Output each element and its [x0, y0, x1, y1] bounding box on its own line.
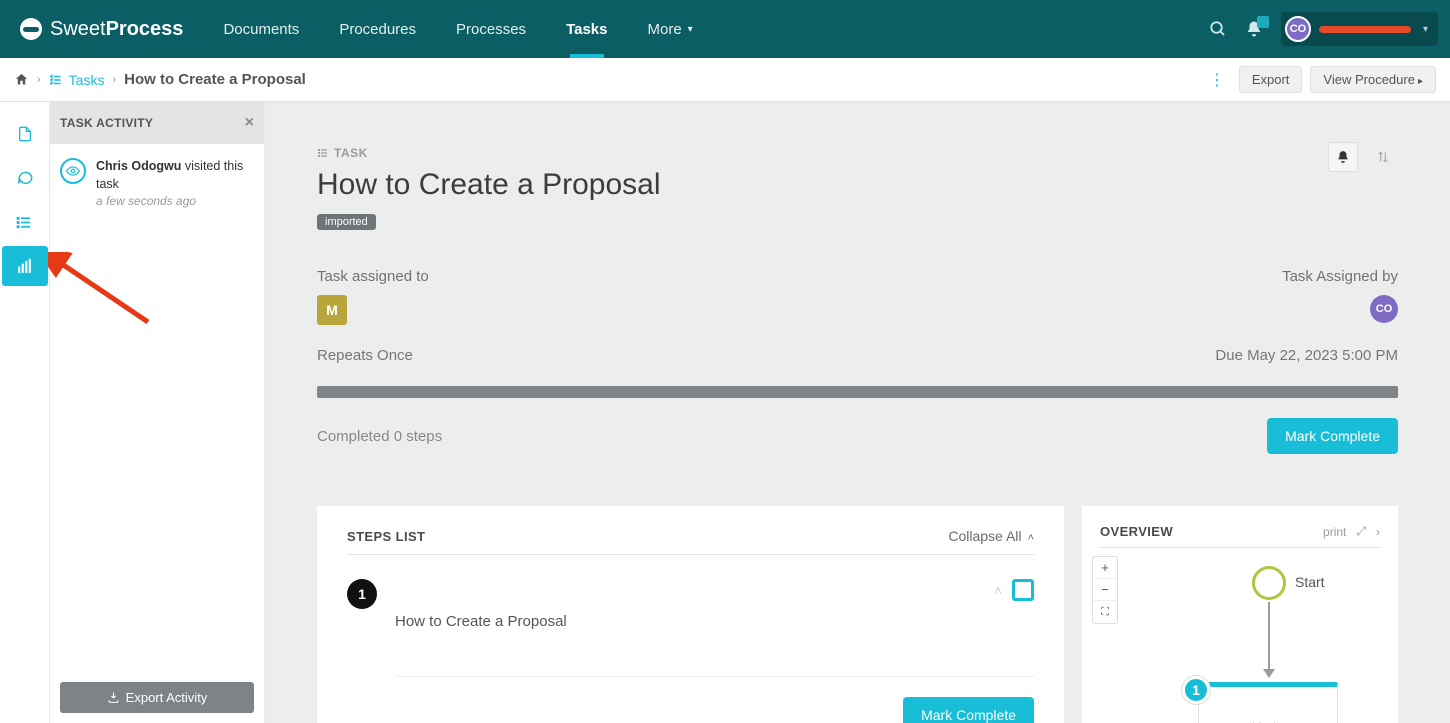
- main: TASK ACTIVITY × Chris Odogwu visited thi…: [0, 102, 1450, 723]
- bell-icon[interactable]: [1245, 20, 1263, 38]
- list-icon: [317, 147, 329, 159]
- arrow-head-icon: [1263, 669, 1275, 678]
- nav-tasks[interactable]: Tasks: [546, 0, 627, 58]
- assignee-badge[interactable]: M: [317, 295, 347, 325]
- nav-right: CO ▾: [1209, 12, 1450, 46]
- nav-procedures[interactable]: Procedures: [319, 0, 436, 58]
- meta-row: Repeats Once Due May 22, 2023 5:00 PM: [317, 347, 1398, 364]
- start-node[interactable]: [1252, 566, 1286, 600]
- nav-items: Documents Procedures Processes Tasks Mor…: [203, 0, 712, 58]
- title-actions: [1328, 142, 1398, 172]
- sort-button[interactable]: [1368, 142, 1398, 172]
- logo-text-process: Process: [106, 18, 184, 41]
- assigned-by: Task Assigned by CO: [1282, 268, 1398, 325]
- logo-text-sweet: Sweet: [50, 18, 106, 41]
- steps-panel: STEPS LIST Collapse All ˄ 1 ˄ How to Cre…: [317, 506, 1064, 723]
- view-procedure-button[interactable]: View Procedure▸: [1310, 66, 1436, 93]
- nav-processes[interactable]: Processes: [436, 0, 546, 58]
- rail-activity-icon[interactable]: [2, 246, 48, 286]
- crumb-actions: ⋮ Export View Procedure▸: [1203, 66, 1436, 93]
- nav-documents[interactable]: Documents: [203, 0, 319, 58]
- rail-list-icon[interactable]: [2, 202, 48, 242]
- repeats-label: Repeats Once: [317, 347, 413, 364]
- steps-head: STEPS LIST Collapse All ˄: [347, 528, 1034, 555]
- bell-icon: [1336, 150, 1350, 164]
- collapse-all[interactable]: Collapse All ˄: [948, 528, 1034, 544]
- due-label: Due May 22, 2023 5:00 PM: [1215, 347, 1398, 364]
- expand-icon[interactable]: ⤢: [1356, 524, 1366, 539]
- content-area: TASK How to Create a Proposal imported T…: [265, 102, 1450, 723]
- zoom-in[interactable]: +: [1093, 557, 1117, 579]
- arrow-line: [1268, 602, 1270, 672]
- breadcrumb-current: How to Create a Proposal: [124, 71, 306, 88]
- caret-down-icon: ▾: [688, 24, 693, 35]
- notification-badge: [1257, 16, 1269, 28]
- close-icon[interactable]: ×: [245, 114, 254, 132]
- zoom-controls: + − ⛶: [1092, 556, 1118, 624]
- chevron-up-icon[interactable]: ˄: [994, 583, 1002, 598]
- step-item: 1 ˄ How to Create a Proposal Mark Comple…: [347, 579, 1034, 723]
- step-title: How to Create a Proposal: [395, 613, 1034, 630]
- chevron-down-icon: ▾: [1423, 24, 1428, 35]
- panel-row: STEPS LIST Collapse All ˄ 1 ˄ How to Cre…: [317, 506, 1398, 723]
- export-activity-button[interactable]: Export Activity: [60, 682, 254, 713]
- notify-button[interactable]: [1328, 142, 1358, 172]
- zoom-out[interactable]: −: [1093, 579, 1117, 601]
- chevron-up-icon: ˄: [1025, 532, 1034, 544]
- logo[interactable]: SweetProcess: [0, 18, 203, 41]
- download-icon: [107, 691, 120, 704]
- step-number: 1: [347, 579, 377, 609]
- crumb-sep: ›: [112, 74, 116, 86]
- assigner-avatar[interactable]: CO: [1370, 295, 1398, 323]
- print-link[interactable]: print: [1323, 525, 1346, 539]
- step-mark-complete-button[interactable]: Mark Complete: [903, 697, 1034, 723]
- imported-badge: imported: [317, 214, 376, 230]
- mark-complete-button[interactable]: Mark Complete: [1267, 418, 1398, 454]
- activity-body: Chris Odogwu visited this task a few sec…: [50, 144, 264, 672]
- breadcrumb-bar: › Tasks › How to Create a Proposal ⋮ Exp…: [0, 58, 1450, 102]
- progress-bar: [317, 386, 1398, 398]
- overview-head: OVERVIEW print ⤢ ›: [1100, 524, 1380, 548]
- sort-icon: [1376, 150, 1390, 164]
- task-kicker: TASK: [317, 146, 368, 160]
- top-nav: SweetProcess Documents Procedures Proces…: [0, 0, 1450, 58]
- assign-row: Task assigned to M Task Assigned by CO: [317, 268, 1398, 325]
- activity-header: TASK ACTIVITY ×: [50, 102, 264, 144]
- step-checkbox[interactable]: [1012, 579, 1034, 601]
- crumb-sep: ›: [37, 74, 41, 86]
- activity-title: TASK ACTIVITY: [60, 116, 153, 130]
- activity-footer: Export Activity: [50, 672, 264, 723]
- nav-more[interactable]: More▾: [627, 0, 712, 58]
- kebab-icon[interactable]: ⋮: [1203, 70, 1231, 90]
- complete-row: Completed 0 steps Mark Complete: [317, 418, 1398, 454]
- list-icon: [49, 73, 63, 87]
- start-label: Start: [1295, 574, 1325, 590]
- user-menu[interactable]: CO ▾: [1281, 12, 1438, 46]
- node-number: 1: [1182, 676, 1210, 704]
- eye-icon: [60, 158, 86, 184]
- overview-panel: OVERVIEW print ⤢ › + − ⛶ Start: [1082, 506, 1398, 723]
- home-icon[interactable]: [14, 72, 29, 87]
- step-node[interactable]: Untitled Step: [1198, 682, 1338, 723]
- rail-document-icon[interactable]: [2, 114, 48, 154]
- activity-item: Chris Odogwu visited this task a few sec…: [60, 158, 254, 211]
- search-icon[interactable]: [1209, 20, 1227, 38]
- chevron-right-icon: ▸: [1418, 76, 1423, 87]
- breadcrumb-tasks[interactable]: Tasks: [49, 72, 105, 88]
- logo-icon: [20, 18, 42, 40]
- export-button[interactable]: Export: [1239, 66, 1303, 93]
- overview-diagram: Start 1 Untitled Step: [1130, 558, 1380, 723]
- activity-text: Chris Odogwu visited this task a few sec…: [96, 158, 254, 211]
- zoom-fit[interactable]: ⛶: [1093, 601, 1117, 623]
- task-title: How to Create a Proposal: [317, 168, 661, 202]
- avatar: CO: [1285, 16, 1311, 42]
- assigned-to: Task assigned to M: [317, 268, 429, 325]
- overview-tools: print ⤢ ›: [1323, 524, 1380, 539]
- user-name-redacted: [1319, 26, 1411, 33]
- side-rail: [0, 102, 50, 723]
- activity-panel: TASK ACTIVITY × Chris Odogwu visited thi…: [50, 102, 265, 723]
- completed-steps-label: Completed 0 steps: [317, 428, 442, 445]
- rail-comments-icon[interactable]: [2, 158, 48, 198]
- chevron-right-icon[interactable]: ›: [1376, 525, 1380, 539]
